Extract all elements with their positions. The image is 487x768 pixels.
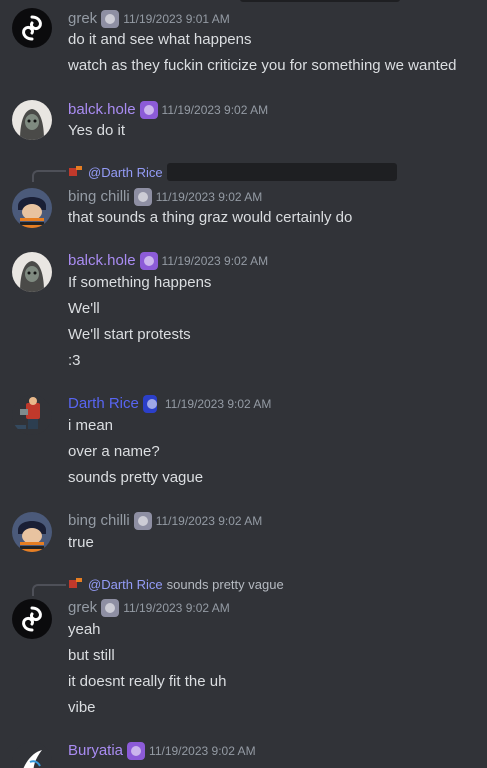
timestamp[interactable]: 11/19/2023 9:02 AM xyxy=(165,394,272,414)
nitro-gem-icon[interactable] xyxy=(101,599,120,617)
message-line: over a name? xyxy=(68,443,160,460)
swirl-avatar-icon xyxy=(12,8,52,48)
reply-avatar-icon xyxy=(69,578,82,588)
username[interactable]: balck.hole xyxy=(68,100,136,120)
avatar[interactable] xyxy=(12,395,52,435)
avatar[interactable] xyxy=(12,512,52,552)
purple-orb-icon[interactable] xyxy=(139,101,158,119)
character-avatar-icon xyxy=(12,252,52,292)
timestamp[interactable]: 11/19/2023 9:02 AM xyxy=(149,741,256,761)
message-header: balck.hole 11/19/2023 9:02 AM xyxy=(68,251,268,271)
username[interactable]: balck.hole xyxy=(68,251,136,271)
message-line: but still xyxy=(68,647,115,664)
redacted-reply-text xyxy=(166,163,397,181)
purple-orb-icon[interactable] xyxy=(127,742,146,760)
avatar[interactable] xyxy=(12,100,52,140)
avatar[interactable] xyxy=(12,252,52,292)
message-line: We'll start protests xyxy=(68,326,191,343)
character-avatar-icon xyxy=(12,742,52,768)
purple-orb-icon[interactable] xyxy=(139,252,158,270)
message-line: i mean xyxy=(68,417,114,434)
nitro-gem-icon[interactable] xyxy=(133,512,152,530)
chat-message-list[interactable]: grek 11/19/2023 9:01 AM do it and see wh… xyxy=(0,0,487,768)
reply-connector xyxy=(32,584,66,596)
message-header: bing chilli 11/19/2023 9:02 AM xyxy=(68,511,262,531)
message-line: sounds pretty vague xyxy=(68,469,204,486)
message-line: We'll xyxy=(68,300,100,317)
avatar[interactable] xyxy=(12,742,52,768)
message-header: Buryatia 11/19/2023 9:02 AM xyxy=(68,741,256,761)
message-line: yeah xyxy=(68,621,101,638)
timestamp[interactable]: 11/19/2023 9:01 AM xyxy=(123,9,230,29)
reply-mention[interactable]: @Darth Rice xyxy=(88,577,163,592)
message-header: grek 11/19/2023 9:02 AM xyxy=(68,598,230,618)
username[interactable]: Darth Rice xyxy=(68,394,139,414)
message-line: it doesnt really fit the uh xyxy=(68,673,227,690)
message-header: balck.hole 11/19/2023 9:02 AM xyxy=(68,100,268,120)
timestamp[interactable]: 11/19/2023 9:02 AM xyxy=(162,251,269,271)
message-line: watch as they fuckin criticize you for s… xyxy=(68,57,457,74)
timestamp[interactable]: 11/19/2023 9:02 AM xyxy=(156,187,263,207)
message-line: If something happens xyxy=(68,274,212,291)
message-line: that sounds a thing graz would certainly… xyxy=(68,209,353,226)
redacted-block xyxy=(240,0,400,2)
message-header: grek 11/19/2023 9:01 AM xyxy=(68,9,230,29)
message-line: Yes do it xyxy=(68,122,125,139)
blue-can-icon[interactable] xyxy=(142,395,157,413)
timestamp[interactable]: 11/19/2023 9:02 AM xyxy=(156,511,263,531)
character-avatar-icon xyxy=(12,395,52,435)
character-avatar-icon xyxy=(12,188,52,228)
message-line: true xyxy=(68,534,94,551)
username[interactable]: bing chilli xyxy=(68,511,130,531)
character-avatar-icon xyxy=(12,100,52,140)
avatar[interactable] xyxy=(12,188,52,228)
timestamp[interactable]: 11/19/2023 9:02 AM xyxy=(162,100,269,120)
nitro-gem-icon[interactable] xyxy=(133,188,152,206)
character-avatar-icon xyxy=(12,512,52,552)
reply-preview[interactable]: @Darth Rice xyxy=(68,163,397,181)
timestamp[interactable]: 11/19/2023 9:02 AM xyxy=(123,598,230,618)
username[interactable]: bing chilli xyxy=(68,187,130,207)
reply-text: sounds pretty vague xyxy=(166,576,284,592)
reply-connector xyxy=(32,170,66,182)
message-line: :3 xyxy=(68,352,81,369)
reply-avatar-icon xyxy=(69,166,82,176)
username[interactable]: grek xyxy=(68,598,97,618)
message-line: do it and see what happens xyxy=(68,31,252,48)
message-header: Darth Rice 11/19/2023 9:02 AM xyxy=(68,394,271,414)
username[interactable]: grek xyxy=(68,9,97,29)
message-line: vibe xyxy=(68,699,96,716)
message-header: bing chilli 11/19/2023 9:02 AM xyxy=(68,187,262,207)
nitro-gem-icon[interactable] xyxy=(101,10,120,28)
reply-mention[interactable]: @Darth Rice xyxy=(88,165,163,180)
avatar[interactable] xyxy=(12,8,52,48)
swirl-avatar-icon xyxy=(12,599,52,639)
username[interactable]: Buryatia xyxy=(68,741,123,761)
avatar[interactable] xyxy=(12,599,52,639)
reply-preview[interactable]: @Darth Rice sounds pretty vague xyxy=(68,575,284,593)
